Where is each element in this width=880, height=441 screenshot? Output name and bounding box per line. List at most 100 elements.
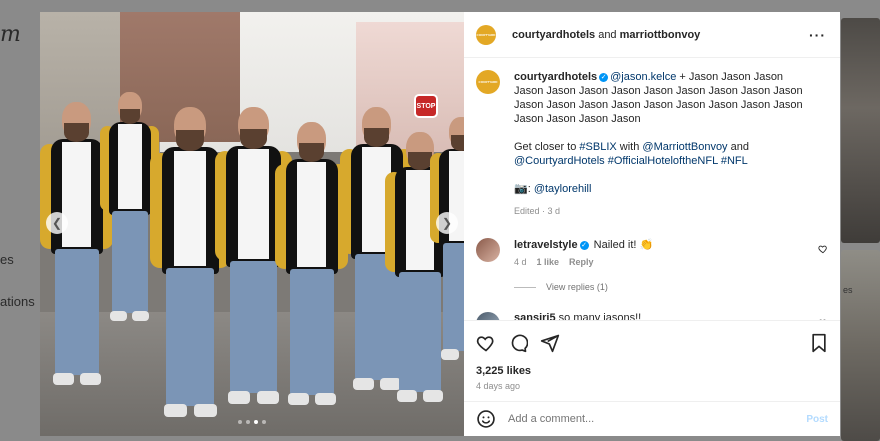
stop-sign: STOP	[414, 94, 438, 118]
hashtag-link[interactable]: #SBLIX	[579, 141, 616, 153]
person-shoe	[352, 377, 374, 391]
person-jeans	[442, 243, 464, 351]
background-sidebar-text: ations	[0, 294, 35, 309]
person-beard	[299, 143, 325, 162]
comments-section: COURTYARD courtyardhotels ✓ @jason.kelce +…	[464, 58, 840, 320]
person-beard	[364, 128, 390, 147]
caption-avatar[interactable]: COURTYARD	[476, 70, 500, 94]
person-shoe	[228, 390, 251, 404]
person-shirt	[117, 124, 142, 210]
comment-age: 4 d	[514, 257, 527, 267]
action-icons	[476, 331, 828, 355]
person-shoe	[423, 390, 443, 402]
comment-text: so many jasons!!	[558, 312, 642, 320]
comment-likes[interactable]: 1 like	[537, 257, 560, 267]
person-jeans	[354, 254, 399, 380]
edited-label: Edited · 3 d	[514, 206, 561, 216]
person-jeans	[230, 261, 277, 393]
camera-credit-icon: 📷:	[514, 183, 534, 195]
commenter-avatar[interactable]	[476, 238, 500, 262]
mention-link[interactable]: @CourtyardHotels	[514, 155, 605, 167]
person-shoe	[52, 372, 74, 386]
account-link[interactable]: courtyardhotels	[512, 29, 595, 41]
carousel-dot	[238, 420, 242, 424]
mention-link[interactable]: @taylorehill	[534, 183, 592, 195]
account-avatar[interactable]: COURTYARD	[476, 24, 496, 45]
person-beard	[64, 123, 90, 142]
person-shoe	[379, 377, 401, 391]
comment-item: sansiri5 so many jasons!!	[476, 312, 828, 320]
heart-icon[interactable]	[818, 244, 828, 254]
carousel-next-button[interactable]: ❯	[436, 212, 458, 234]
carousel-prev-button[interactable]: ❮	[46, 212, 68, 234]
background-post-thumbnail	[841, 18, 880, 243]
post-header: COURTYARD courtyardhotels and marriottbo…	[464, 12, 840, 58]
commenter-name[interactable]: letravelstyle	[514, 239, 578, 251]
emoji-icon[interactable]	[476, 409, 496, 429]
background-post-thumbnail	[841, 250, 880, 441]
commenter-name[interactable]: sansiri5	[514, 312, 556, 320]
person-beard	[408, 152, 432, 170]
post-caption: COURTYARD courtyardhotels ✓ @jason.kelce +…	[476, 70, 814, 218]
post-photo: STOP ❮ ❯	[40, 12, 464, 436]
hashtag-link[interactable]: #NFL	[721, 155, 748, 167]
person-shoe	[256, 390, 279, 404]
account-link[interactable]: marriottbonvoy	[620, 29, 701, 41]
person-shoe	[397, 390, 417, 402]
hashtag-link[interactable]: #OfficialHoteloftheNFL	[608, 155, 718, 167]
caption-author[interactable]: courtyardhotels	[514, 71, 597, 83]
comment-body: sansiri5 so many jasons!!	[514, 312, 818, 320]
post-button[interactable]: Post	[806, 414, 828, 425]
background-thumb-label: es	[843, 285, 853, 295]
mention-link[interactable]: @jason.kelce	[610, 71, 676, 83]
person-jeans	[54, 249, 99, 375]
bookmark-icon[interactable]	[810, 333, 828, 353]
mention-link[interactable]: @MarriottBonvoy	[642, 141, 727, 153]
chevron-left-icon: ❮	[51, 216, 63, 230]
person-shoe	[79, 372, 101, 386]
carousel-dot	[246, 420, 250, 424]
like-heart-icon[interactable]	[476, 333, 496, 353]
person-shoe	[287, 392, 309, 406]
person-beard	[176, 130, 205, 151]
like-count[interactable]: 3,225 likes	[476, 365, 828, 377]
share-send-icon[interactable]	[540, 333, 560, 353]
comment-body: letravelstyle ✓ Nailed it! 👏 4 d 1 like Rep…	[514, 238, 818, 267]
more-horizontal-icon[interactable]: ···	[809, 27, 826, 43]
divider	[514, 286, 536, 288]
person-jeans	[111, 211, 148, 313]
verified-icon: ✓	[579, 240, 589, 250]
person-shirt	[62, 141, 92, 247]
comment-item: letravelstyle ✓ Nailed it! 👏 4 d 1 like Rep…	[476, 238, 828, 267]
caption-text: courtyardhotels ✓ @jason.kelce + Jason Jas…	[514, 70, 814, 218]
reply-button[interactable]: Reply	[569, 257, 594, 267]
person-jeans	[166, 268, 215, 406]
post-modal: STOP ❮ ❯ COURTYARD courtyardhotels and m…	[40, 12, 840, 436]
comment-meta: 4 d 1 like Reply	[514, 257, 818, 267]
post-sidebar: COURTYARD courtyardhotels and marriottbo…	[464, 12, 840, 436]
commenter-avatar[interactable]	[476, 312, 500, 320]
comment-input[interactable]	[508, 413, 807, 425]
person-jeans	[399, 272, 441, 392]
view-replies-button[interactable]: View replies (1)	[514, 282, 608, 292]
post-accounts: courtyardhotels and marriottbonvoy	[512, 28, 701, 41]
person-shoe	[163, 403, 187, 418]
person-shoe	[132, 311, 150, 322]
person-beard	[240, 129, 267, 149]
add-comment-bar: Post	[464, 401, 840, 436]
background-logo: m	[0, 22, 21, 47]
person-shoe	[314, 392, 336, 406]
person-shoe	[110, 311, 128, 322]
person-shoe	[440, 349, 459, 360]
person-shoe	[193, 403, 217, 418]
person-shirt	[238, 148, 269, 259]
background-sidebar-text: es	[0, 252, 14, 267]
action-bar: 3,225 likes 4 days ago	[464, 320, 840, 391]
person-shirt	[174, 150, 207, 266]
verified-icon: ✓	[599, 72, 609, 82]
post-time: 4 days ago	[476, 381, 521, 391]
comment-icon[interactable]	[508, 333, 528, 353]
chevron-right-icon: ❯	[441, 216, 453, 230]
carousel-dot	[262, 420, 266, 424]
carousel-dot	[254, 420, 258, 424]
